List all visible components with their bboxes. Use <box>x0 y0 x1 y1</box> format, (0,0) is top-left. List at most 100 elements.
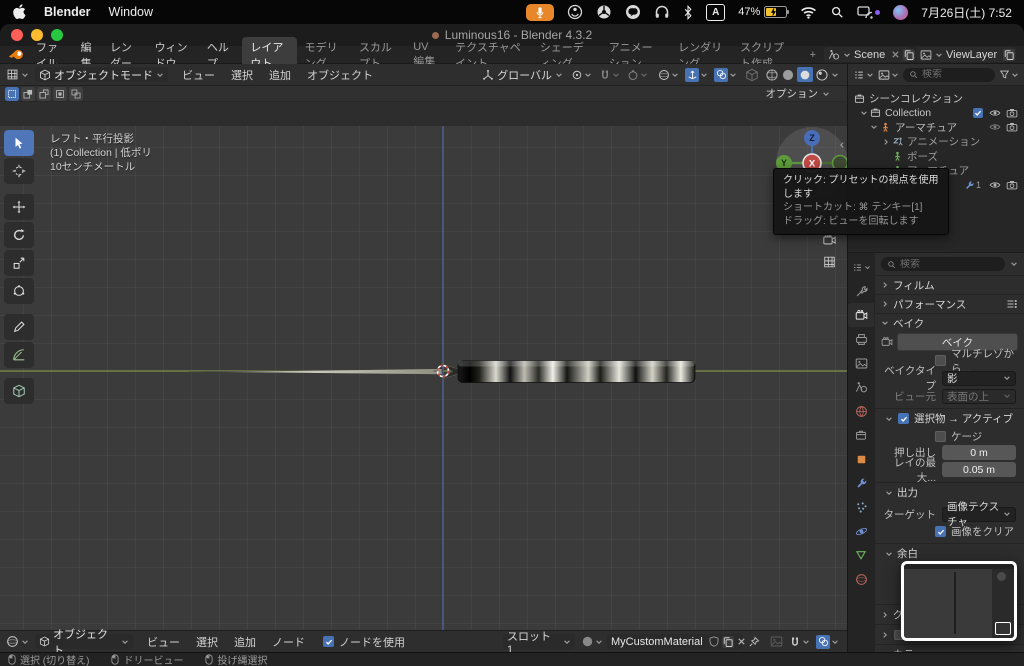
shader-menu-node[interactable]: ノード <box>264 634 313 650</box>
pivot-point-selector[interactable] <box>571 69 592 81</box>
camera-icon[interactable] <box>1006 179 1018 191</box>
node-snap-toggle[interactable] <box>789 636 810 648</box>
outliner-search-input[interactable] <box>922 69 989 80</box>
show-overlays-toggle[interactable] <box>714 67 737 82</box>
apple-logo[interactable] <box>12 4 26 20</box>
sel-to-active-header[interactable]: 選択物 → アクティブ <box>875 409 1024 428</box>
expand-icon[interactable] <box>870 123 878 131</box>
menubar-item-window[interactable]: Window <box>109 5 153 19</box>
expand-icon[interactable] <box>860 109 868 117</box>
object-visibility-dropdown[interactable] <box>658 69 679 81</box>
outliner-editor-type-button[interactable] <box>853 69 874 81</box>
viewport-menu-object[interactable]: オブジェクト <box>299 67 381 83</box>
bake-type-dropdown[interactable]: 影 <box>942 370 1016 386</box>
view-layer-selector[interactable]: ViewLayer <box>916 47 1017 62</box>
add-workspace-button[interactable]: + <box>802 47 824 63</box>
outliner-filter-button[interactable] <box>999 69 1019 80</box>
extrusion-field[interactable]: 0 m <box>942 445 1016 460</box>
shader-menu-add[interactable]: 追加 <box>226 634 264 650</box>
material-slot-selector[interactable]: スロット1 <box>503 631 575 656</box>
viewport-menu-view[interactable]: ビュー <box>174 67 223 83</box>
viewport-menu-select[interactable]: 選択 <box>223 67 261 83</box>
material-name-field[interactable]: MyCustomMaterial <box>607 634 743 649</box>
modifier-wrench-icon[interactable] <box>964 180 975 191</box>
tool-move[interactable] <box>4 194 34 220</box>
tool-rotate[interactable] <box>4 222 34 248</box>
viewport-canvas[interactable]: レフト・平行投影 (1) Collection | 低ポリ 10センチメートル <box>0 126 847 654</box>
eye-icon[interactable] <box>989 107 1001 119</box>
mic-status-pill[interactable] <box>526 3 555 21</box>
obs-icon[interactable] <box>567 4 583 20</box>
unlink-scene-icon[interactable] <box>891 50 900 59</box>
unlink-material-icon[interactable] <box>737 637 746 646</box>
properties-tab-collection[interactable] <box>848 423 874 447</box>
screen-mirroring-icon[interactable] <box>857 5 881 19</box>
wifi-icon[interactable] <box>800 6 817 19</box>
scene-selector[interactable]: Scene <box>824 47 916 62</box>
select-mode-invert-button[interactable] <box>53 86 67 101</box>
properties-tab-modifiers[interactable] <box>848 471 874 495</box>
fake-user-shield-icon[interactable] <box>709 636 719 647</box>
camera-icon[interactable] <box>1006 121 1018 133</box>
shader-editor-type-button[interactable] <box>0 635 35 648</box>
select-mode-set-button[interactable] <box>5 86 19 101</box>
cage-checkbox[interactable] <box>935 430 946 442</box>
camera-view-button[interactable] <box>822 233 837 247</box>
input-source-badge[interactable]: A <box>706 3 726 21</box>
outliner-row-pose[interactable]: ポーズ <box>854 149 1020 164</box>
max-ray-field[interactable]: 0.05 m <box>942 462 1016 477</box>
properties-tab-output[interactable] <box>848 327 874 351</box>
spotlight-search-icon[interactable] <box>830 5 844 19</box>
siri-icon[interactable] <box>893 4 909 20</box>
headset-icon[interactable] <box>654 4 670 20</box>
properties-tab-material[interactable] <box>848 567 874 591</box>
properties-tab-tool[interactable] <box>848 279 874 303</box>
properties-tab-object[interactable] <box>848 447 874 471</box>
toggle-ortho-button[interactable] <box>822 255 837 269</box>
tool-options-dropdown[interactable]: オプション <box>766 86 831 101</box>
tool-transform[interactable] <box>4 278 34 304</box>
node-preview-toggle[interactable] <box>770 635 783 648</box>
tool-annotate[interactable] <box>4 314 34 340</box>
new-material-icon[interactable] <box>721 635 734 648</box>
sidebar-collapse-arrow[interactable] <box>838 140 846 150</box>
panel-performance[interactable]: パフォーマンス <box>875 295 1024 313</box>
material-browse-button[interactable] <box>581 635 603 648</box>
expand-icon[interactable] <box>882 138 890 146</box>
tool-add-cube[interactable] <box>4 378 34 404</box>
select-mode-intersect-button[interactable] <box>69 86 83 101</box>
shader-type-selector[interactable]: オブジェクト <box>35 629 133 657</box>
select-mode-subtract-button[interactable] <box>37 86 51 101</box>
use-nodes-toggle[interactable]: ノードを使用 <box>323 634 405 650</box>
select-mode-extend-button[interactable] <box>21 86 35 101</box>
outliner-search[interactable] <box>903 67 995 82</box>
shading-rendered-button[interactable] <box>815 68 829 82</box>
proportional-edit-toggle[interactable] <box>627 69 648 81</box>
node-overlays-toggle[interactable] <box>816 634 839 649</box>
collection-checkbox[interactable] <box>973 107 983 118</box>
sel-to-active-checkbox[interactable] <box>898 413 909 424</box>
transform-orientation-selector[interactable]: グローバル <box>482 67 563 83</box>
wheel-icon[interactable] <box>596 4 612 20</box>
properties-tab-world[interactable] <box>848 399 874 423</box>
eye-icon[interactable] <box>989 121 1001 133</box>
mode-selector[interactable]: オブジェクトモード <box>35 67 168 82</box>
properties-tab-scene[interactable] <box>848 375 874 399</box>
menubar-app-name[interactable]: Blender <box>44 5 91 19</box>
camera-icon[interactable] <box>1006 107 1018 119</box>
tool-cursor[interactable] <box>4 158 34 184</box>
outliner-row-scene-collection[interactable]: シーンコレクション <box>854 91 1020 106</box>
battery-status[interactable]: 47% <box>738 6 790 18</box>
multires-checkbox[interactable] <box>935 355 946 366</box>
viewport-editor-type-button[interactable] <box>0 68 35 81</box>
shading-wireframe-button[interactable] <box>765 68 779 82</box>
tool-select-box[interactable] <box>4 130 34 156</box>
tool-scale[interactable] <box>4 250 34 276</box>
properties-tab-physics[interactable] <box>848 519 874 543</box>
properties-search-input[interactable] <box>900 258 999 270</box>
target-dropdown[interactable]: 画像テクスチャ <box>942 501 1016 528</box>
new-scene-icon[interactable] <box>903 48 916 61</box>
outliner-display-mode-button[interactable] <box>878 69 899 81</box>
snap-toggle[interactable] <box>599 69 620 81</box>
tool-measure[interactable] <box>4 342 34 368</box>
